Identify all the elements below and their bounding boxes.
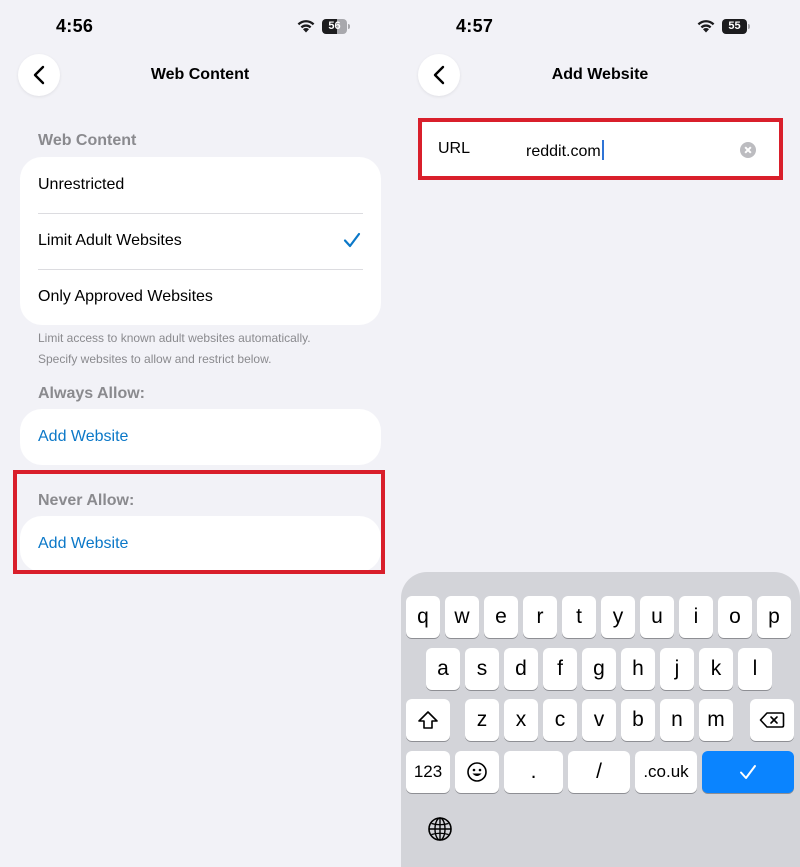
wifi-icon: [297, 20, 315, 33]
option-unrestricted[interactable]: Unrestricted: [20, 157, 381, 213]
key-i[interactable]: i: [679, 596, 713, 638]
key-y[interactable]: y: [601, 596, 635, 638]
key-n[interactable]: n: [660, 699, 694, 741]
key-e[interactable]: e: [484, 596, 518, 638]
key-a[interactable]: a: [426, 648, 460, 690]
status-time: 4:56: [56, 16, 94, 36]
option-label: Unrestricted: [38, 176, 125, 193]
key-c[interactable]: c: [543, 699, 577, 741]
key-w[interactable]: w: [445, 596, 479, 638]
key-f[interactable]: f: [543, 648, 577, 690]
battery-level: 55: [722, 19, 747, 34]
section-header-web-content: Web Content: [38, 132, 137, 149]
battery-icon: 55: [722, 19, 750, 34]
numbers-key[interactable]: 123: [406, 751, 450, 793]
web-content-options: Unrestricted Limit Adult Websites Only A…: [20, 157, 381, 325]
backspace-icon: [759, 712, 785, 728]
couk-key[interactable]: .co.uk: [635, 751, 697, 793]
footnote-line: Specify websites to allow and restrict b…: [38, 352, 272, 366]
emoji-icon: [467, 762, 487, 782]
battery-level: 56: [322, 19, 347, 34]
key-q[interactable]: q: [406, 596, 440, 638]
status-bar: 4:56 56: [0, 0, 400, 52]
shift-key[interactable]: [406, 699, 450, 741]
done-button[interactable]: [702, 751, 794, 793]
emoji-key[interactable]: [455, 751, 499, 793]
section-header-always-allow: Always Allow:: [38, 385, 145, 402]
highlight-box-never-allow: [13, 470, 385, 574]
key-k[interactable]: k: [699, 648, 733, 690]
option-label: Only Approved Websites: [38, 288, 213, 305]
shift-icon: [418, 711, 438, 729]
key-m[interactable]: m: [699, 699, 733, 741]
backspace-key[interactable]: [750, 699, 794, 741]
battery-icon: 56: [322, 19, 350, 34]
footnote-line: Limit access to known adult websites aut…: [38, 331, 311, 345]
dot-key[interactable]: .: [504, 751, 563, 793]
back-button[interactable]: [18, 54, 60, 96]
key-t[interactable]: t: [562, 596, 596, 638]
option-limit-adult-websites[interactable]: Limit Adult Websites: [20, 213, 381, 269]
footnote: Limit access to known adult websites aut…: [38, 328, 311, 370]
slash-key[interactable]: /: [568, 751, 630, 793]
page-title: Add Website: [551, 66, 649, 83]
highlight-box-url: [418, 118, 783, 180]
key-j[interactable]: j: [660, 648, 694, 690]
option-label: Limit Adult Websites: [38, 232, 182, 249]
key-p[interactable]: p: [757, 596, 791, 638]
back-button[interactable]: [418, 54, 460, 96]
key-o[interactable]: o: [718, 596, 752, 638]
always-allow-list: Add Website: [20, 409, 381, 465]
status-bar: 4:57 55: [400, 0, 800, 52]
checkmark-icon: [740, 765, 756, 779]
status-time: 4:57: [456, 16, 494, 36]
key-r[interactable]: r: [523, 596, 557, 638]
key-g[interactable]: g: [582, 648, 616, 690]
key-l[interactable]: l: [738, 648, 772, 690]
key-z[interactable]: z: [465, 699, 499, 741]
key-x[interactable]: x: [504, 699, 538, 741]
web-content-screen: 4:56 56 Web Content Web Content Unrestri…: [0, 0, 400, 867]
page-title: Web Content: [150, 66, 250, 83]
keyboard: q w e r t y u i o p a s d f g h j k l z …: [401, 572, 800, 867]
chevron-left-icon: [433, 65, 445, 85]
option-only-approved-websites[interactable]: Only Approved Websites: [20, 269, 381, 325]
key-d[interactable]: d: [504, 648, 538, 690]
key-b[interactable]: b: [621, 699, 655, 741]
wifi-icon: [697, 20, 715, 33]
key-s[interactable]: s: [465, 648, 499, 690]
checkmark-icon: [343, 232, 361, 248]
key-h[interactable]: h: [621, 648, 655, 690]
always-allow-add-website-button[interactable]: Add Website: [20, 409, 381, 465]
key-u[interactable]: u: [640, 596, 674, 638]
globe-icon[interactable]: [427, 816, 453, 842]
chevron-left-icon: [33, 65, 45, 85]
key-v[interactable]: v: [582, 699, 616, 741]
